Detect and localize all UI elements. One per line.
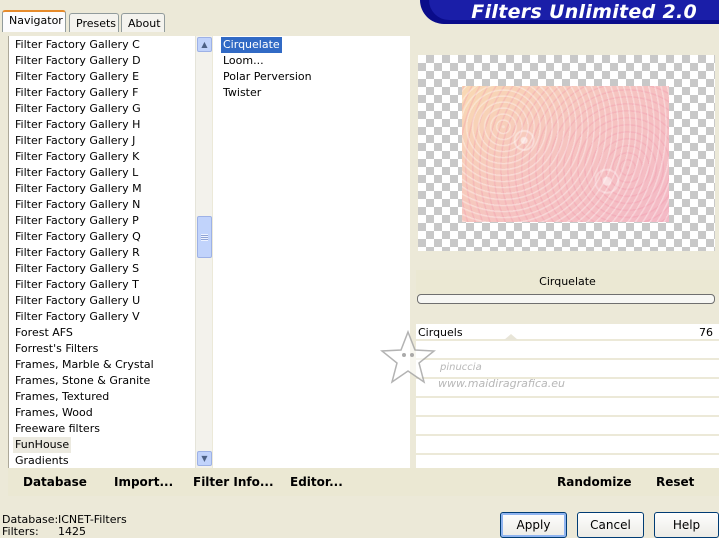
category-list[interactable]: Filter Factory Gallery C Filter Factory G… bbox=[8, 36, 212, 469]
category-item[interactable]: Filter Factory Gallery L bbox=[15, 165, 138, 181]
preview-image bbox=[462, 86, 669, 222]
category-item[interactable]: Frames, Stone & Granite bbox=[15, 373, 150, 389]
category-item[interactable]: Forrest's Filters bbox=[15, 341, 98, 357]
parameter-row-empty bbox=[416, 362, 719, 379]
category-item[interactable]: FunHouse bbox=[13, 437, 72, 453]
reset-button[interactable]: Reset bbox=[656, 475, 694, 489]
effect-list[interactable]: Cirquelate Loom... Polar Perversion Twister bbox=[213, 36, 410, 468]
app-title: Filters Unlimited 2.0 bbox=[471, 1, 697, 23]
category-item[interactable]: Filter Factory Gallery K bbox=[15, 149, 139, 165]
effect-item[interactable]: Cirquelate bbox=[221, 37, 282, 53]
slider-marker-icon[interactable] bbox=[504, 334, 518, 340]
category-item[interactable]: Frames, Marble & Crystal bbox=[15, 357, 154, 373]
category-item[interactable]: Filter Factory Gallery H bbox=[15, 117, 140, 133]
help-button[interactable]: Help bbox=[654, 512, 719, 538]
category-item[interactable]: Filter Factory Gallery S bbox=[15, 261, 139, 277]
progress-bar bbox=[417, 294, 715, 304]
category-item[interactable]: Filter Factory Gallery M bbox=[15, 181, 142, 197]
category-item[interactable]: Filter Factory Gallery E bbox=[15, 69, 139, 85]
category-item[interactable]: Filter Factory Gallery T bbox=[15, 277, 139, 293]
tab-about[interactable]: About bbox=[121, 13, 165, 32]
category-item[interactable]: Filter Factory Gallery J bbox=[15, 133, 135, 149]
parameter-row-empty bbox=[416, 381, 719, 398]
category-item[interactable]: Filter Factory Gallery V bbox=[15, 309, 140, 325]
parameter-row-empty bbox=[416, 400, 719, 417]
category-item[interactable]: Filter Factory Gallery P bbox=[15, 213, 139, 229]
scroll-up-button[interactable]: ▲ bbox=[197, 37, 212, 52]
import-button[interactable]: Import... bbox=[114, 475, 173, 489]
preview-canvas[interactable] bbox=[418, 55, 715, 251]
category-item[interactable]: Frames, Wood bbox=[15, 405, 93, 421]
category-item[interactable]: Filter Factory Gallery U bbox=[15, 293, 140, 309]
category-item[interactable]: Forest AFS bbox=[15, 325, 73, 341]
grip-icon bbox=[201, 233, 208, 241]
category-item[interactable]: Filter Factory Gallery F bbox=[15, 85, 138, 101]
effect-item[interactable]: Twister bbox=[221, 85, 263, 101]
category-item[interactable]: Gradients bbox=[15, 453, 69, 469]
editor-button[interactable]: Editor... bbox=[290, 475, 343, 489]
category-item[interactable]: Filter Factory Gallery Q bbox=[15, 229, 141, 245]
chevron-up-icon: ▲ bbox=[201, 40, 208, 49]
category-item[interactable]: Frames, Textured bbox=[15, 389, 109, 405]
scroll-down-button[interactable]: ▼ bbox=[197, 451, 212, 466]
scroll-thumb[interactable] bbox=[197, 216, 212, 258]
parameter-row-empty bbox=[416, 343, 719, 360]
parameter-label: Cirquels bbox=[418, 326, 463, 339]
apply-button[interactable]: Apply bbox=[500, 512, 567, 538]
category-item[interactable]: Freeware filters bbox=[15, 421, 100, 437]
parameter-row-empty bbox=[416, 419, 719, 436]
status-filters-value: 1425 bbox=[58, 525, 86, 538]
category-scrollbar[interactable]: ▲ ▼ bbox=[195, 36, 212, 468]
randomize-button[interactable]: Randomize bbox=[557, 475, 631, 489]
parameter-value: 76 bbox=[699, 326, 713, 339]
chevron-down-icon: ▼ bbox=[201, 454, 208, 463]
bottom-toolbar: Database Import... Filter Info... Editor… bbox=[8, 468, 719, 496]
category-item[interactable]: Filter Factory Gallery R bbox=[15, 245, 140, 261]
title-banner: Filters Unlimited 2.0 bbox=[420, 0, 719, 24]
database-button[interactable]: Database bbox=[23, 475, 87, 489]
cancel-button[interactable]: Cancel bbox=[577, 512, 644, 538]
category-item[interactable]: Filter Factory Gallery N bbox=[15, 197, 140, 213]
tab-navigator[interactable]: Navigator bbox=[2, 10, 66, 32]
parameter-panel: Cirquels 76 bbox=[416, 324, 719, 468]
tab-presets[interactable]: Presets bbox=[69, 13, 119, 32]
filter-info-button[interactable]: Filter Info... bbox=[193, 475, 274, 489]
category-item[interactable]: Filter Factory Gallery G bbox=[15, 101, 141, 117]
filter-name-label: Cirquelate bbox=[416, 270, 719, 294]
category-item[interactable]: Filter Factory Gallery C bbox=[15, 37, 140, 53]
effect-item[interactable]: Polar Perversion bbox=[221, 69, 314, 85]
category-item[interactable]: Filter Factory Gallery D bbox=[15, 53, 141, 69]
parameter-row-cirquels[interactable]: Cirquels 76 bbox=[416, 324, 719, 341]
status-filters-label: Filters: bbox=[2, 525, 39, 538]
parameter-row-empty bbox=[416, 438, 719, 455]
effect-item[interactable]: Loom... bbox=[221, 53, 266, 69]
status-filters: Filters: 1425 bbox=[2, 525, 86, 538]
